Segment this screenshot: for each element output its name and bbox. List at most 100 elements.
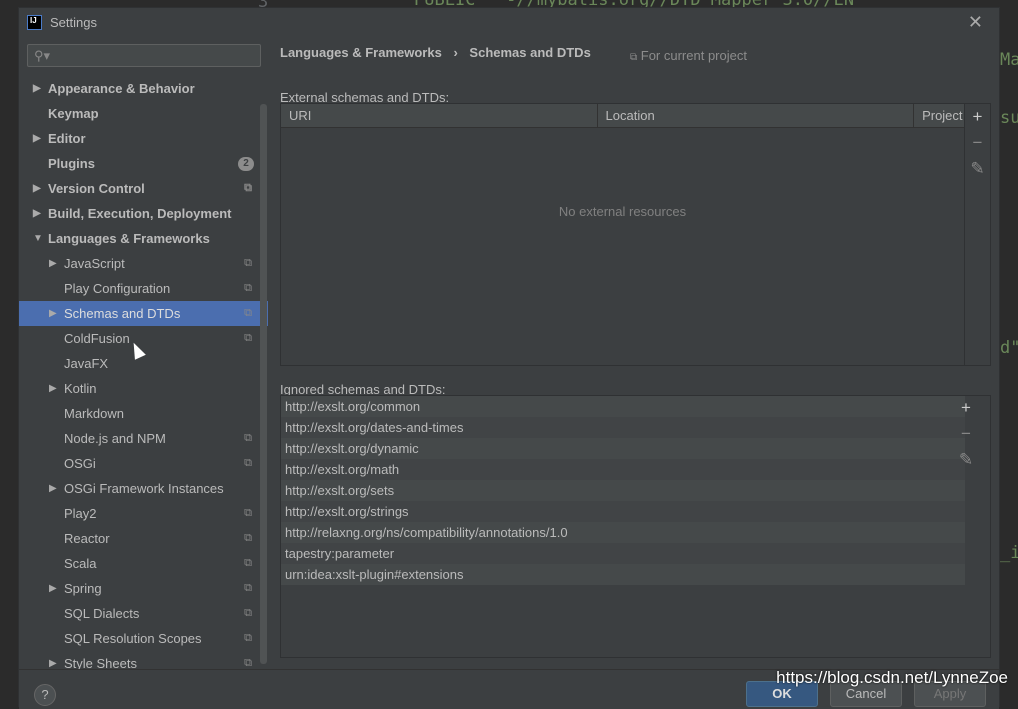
breadcrumb-separator: › bbox=[453, 45, 458, 60]
sidebar-item[interactable]: ▶ Kotlin bbox=[19, 376, 268, 401]
project-scope-icon: ⧉ bbox=[244, 332, 252, 344]
sidebar-item-label: OSGi bbox=[64, 456, 96, 471]
add-icon[interactable]: + bbox=[953, 395, 979, 421]
sidebar-item-label: Reactor bbox=[64, 531, 110, 546]
ignored-schemas-list[interactable]: http://exslt.org/common http://exslt.org/… bbox=[280, 395, 991, 658]
column-header-location[interactable]: Location bbox=[598, 104, 915, 127]
external-schemas-table[interactable]: URI Location Project No external resourc… bbox=[280, 103, 965, 366]
project-scope-icon: ⧉ bbox=[244, 607, 252, 619]
chevron-right-icon[interactable]: ▶ bbox=[33, 126, 41, 151]
sidebar-item-label: Play Configuration bbox=[64, 281, 171, 296]
project-scope-icon: ⧉ bbox=[244, 282, 252, 294]
sidebar-item[interactable]: Play Configuration ⧉ bbox=[19, 276, 268, 301]
sidebar-item[interactable]: ▶ Version Control ⧉ bbox=[19, 176, 268, 201]
close-icon[interactable]: ✕ bbox=[968, 12, 983, 33]
sidebar-item[interactable]: ▼ Languages & Frameworks bbox=[19, 226, 268, 251]
sidebar-item[interactable]: Play2 ⧉ bbox=[19, 501, 268, 526]
chevron-right-icon[interactable]: ▶ bbox=[33, 201, 41, 226]
sidebar-item[interactable]: Markdown bbox=[19, 401, 268, 426]
sidebar-item-label: ColdFusion bbox=[64, 331, 130, 346]
list-item[interactable]: http://exslt.org/common bbox=[281, 396, 965, 417]
sidebar-item-label: Editor bbox=[48, 131, 86, 146]
list-item[interactable]: http://relaxng.org/ns/compatibility/anno… bbox=[281, 522, 965, 543]
project-scope-icon: ⧉ bbox=[244, 657, 252, 669]
sidebar-item[interactable]: ColdFusion ⧉ bbox=[19, 326, 268, 351]
column-header-uri[interactable]: URI bbox=[281, 104, 598, 127]
sidebar-item-label: Appearance & Behavior bbox=[48, 81, 195, 96]
sidebar-item[interactable]: ▶ Spring ⧉ bbox=[19, 576, 268, 601]
chevron-right-icon[interactable]: ▶ bbox=[49, 376, 57, 401]
project-scope-icon: ⧉ bbox=[244, 507, 252, 519]
sidebar-item[interactable]: Keymap bbox=[19, 101, 268, 126]
breadcrumb-item[interactable]: Languages & Frameworks bbox=[280, 45, 442, 60]
list-item[interactable]: http://exslt.org/dynamic bbox=[281, 438, 965, 459]
settings-sidebar: ⚲▾ ▶ Appearance & Behavior Keymap ▶ Editor Pl… bbox=[19, 36, 268, 669]
sidebar-item-label: Style Sheets bbox=[64, 656, 137, 669]
settings-dialog: IJ Settings ✕ ⚲▾ ▶ Appearance & Behavior K… bbox=[18, 7, 1000, 709]
chevron-right-icon[interactable]: ▶ bbox=[33, 76, 41, 101]
sidebar-item-label: Markdown bbox=[64, 406, 124, 421]
remove-icon[interactable]: − bbox=[953, 421, 979, 447]
sidebar-item-label: OSGi Framework Instances bbox=[64, 481, 224, 496]
breadcrumb: Languages & Frameworks › Schemas and DTD… bbox=[280, 45, 591, 60]
sidebar-item-label: Kotlin bbox=[64, 381, 97, 396]
window-title: Settings bbox=[50, 14, 97, 30]
sidebar-item[interactable]: Plugins 2 bbox=[19, 151, 268, 176]
intellij-logo-icon: IJ bbox=[27, 14, 42, 30]
sidebar-item-label: Schemas and DTDs bbox=[64, 306, 181, 321]
sidebar-item[interactable]: Node.js and NPM ⧉ bbox=[19, 426, 268, 451]
empty-message: No external resources bbox=[558, 204, 687, 219]
sidebar-item-label: JavaFX bbox=[64, 356, 109, 371]
search-input[interactable]: ⚲▾ bbox=[27, 44, 261, 67]
sidebar-item-label: Plugins bbox=[48, 156, 95, 171]
list-item[interactable]: http://exslt.org/sets bbox=[281, 480, 965, 501]
sidebar-item-label: Play2 bbox=[64, 506, 97, 521]
sidebar-item[interactable]: Reactor ⧉ bbox=[19, 526, 268, 551]
chevron-right-icon[interactable]: ▶ bbox=[33, 176, 41, 201]
list-item[interactable]: urn:idea:xslt-plugin#extensions bbox=[281, 564, 965, 585]
list-item[interactable]: http://exslt.org/strings bbox=[281, 501, 965, 522]
chevron-right-icon[interactable]: ▶ bbox=[49, 576, 57, 601]
sidebar-item[interactable]: ▶ Build, Execution, Deployment bbox=[19, 201, 268, 226]
sidebar-item-label: Node.js and NPM bbox=[64, 431, 166, 446]
chevron-right-icon[interactable]: ▶ bbox=[49, 476, 57, 501]
list-item[interactable]: tapestry:parameter bbox=[281, 543, 965, 564]
sidebar-item-label: SQL Resolution Scopes bbox=[64, 631, 202, 646]
sidebar-item[interactable]: ▶ Editor bbox=[19, 126, 268, 151]
sidebar-item[interactable]: ▶ JavaScript ⧉ bbox=[19, 251, 268, 276]
project-scope-icon: ⧉ bbox=[244, 632, 252, 644]
sidebar-item[interactable]: ▶ Schemas and DTDs ⧉ bbox=[19, 301, 268, 326]
edit-pencil-icon[interactable]: ✎ bbox=[965, 156, 990, 182]
sidebar-item-label: SQL Dialects bbox=[64, 606, 140, 621]
sidebar-item[interactable]: OSGi ⧉ bbox=[19, 451, 268, 476]
sidebar-item[interactable]: ▶ Style Sheets ⧉ bbox=[19, 651, 268, 669]
project-scope-icon: ⧉ bbox=[244, 432, 252, 444]
edit-pencil-icon[interactable]: ✎ bbox=[953, 447, 979, 473]
sidebar-item[interactable]: ▶ Appearance & Behavior bbox=[19, 76, 268, 101]
title-bar: IJ Settings ✕ bbox=[19, 8, 999, 36]
editor-code: d" bbox=[1000, 338, 1018, 358]
editor-code: _i bbox=[1000, 543, 1018, 563]
chevron-right-icon[interactable]: ▶ bbox=[49, 301, 57, 326]
project-scope-icon: ⧉ bbox=[244, 557, 252, 569]
sidebar-item-label: Spring bbox=[64, 581, 102, 596]
scope-label: ⧉ For current project bbox=[630, 48, 747, 63]
list-item[interactable]: http://exslt.org/math bbox=[281, 459, 965, 480]
column-header-project[interactable]: Project bbox=[914, 104, 964, 127]
sidebar-item[interactable]: SQL Dialects ⧉ bbox=[19, 601, 268, 626]
help-button[interactable]: ? bbox=[34, 684, 56, 706]
chevron-right-icon[interactable]: ▶ bbox=[49, 651, 57, 669]
sidebar-scrollbar[interactable] bbox=[260, 104, 267, 664]
breadcrumb-item: Schemas and DTDs bbox=[469, 45, 591, 60]
list-item[interactable]: http://exslt.org/dates-and-times bbox=[281, 417, 965, 438]
chevron-down-icon[interactable]: ▼ bbox=[33, 226, 43, 251]
chevron-right-icon[interactable]: ▶ bbox=[49, 251, 57, 276]
sidebar-item[interactable]: SQL Resolution Scopes ⧉ bbox=[19, 626, 268, 651]
project-scope-icon: ⧉ bbox=[244, 307, 252, 319]
external-toolbar: + − ✎ bbox=[965, 103, 991, 366]
sidebar-item[interactable]: Scala ⧉ bbox=[19, 551, 268, 576]
remove-icon[interactable]: − bbox=[965, 130, 990, 156]
add-icon[interactable]: + bbox=[965, 104, 990, 130]
search-icon: ⚲▾ bbox=[34, 48, 51, 63]
sidebar-item[interactable]: ▶ OSGi Framework Instances bbox=[19, 476, 268, 501]
